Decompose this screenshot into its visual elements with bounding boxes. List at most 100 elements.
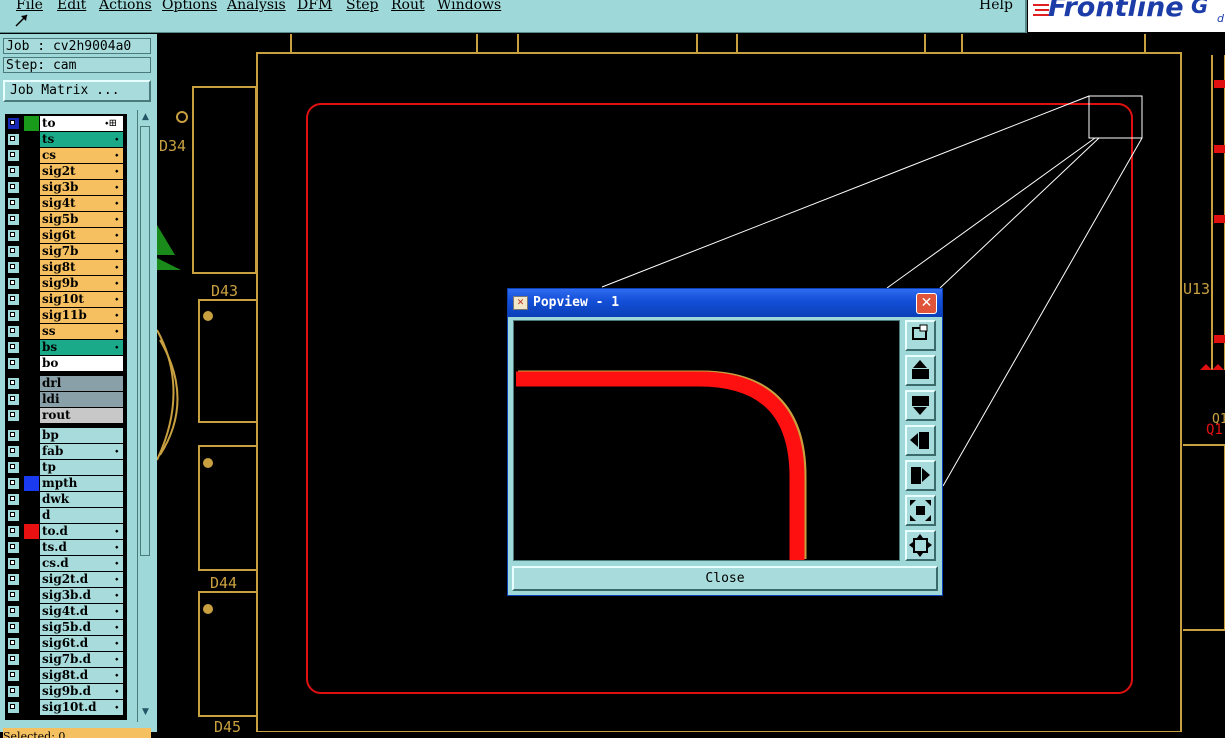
menu-edit[interactable]: Edit (57, 0, 86, 13)
layer-checkbox[interactable] (8, 510, 19, 521)
layer-name[interactable]: sig6t.d (40, 636, 123, 651)
layer-checkbox[interactable] (8, 378, 19, 389)
layer-row-sig3b[interactable]: sig3b ⬩ (5, 180, 127, 195)
layer-row-sig7b[interactable]: sig7b ⬩ (5, 244, 127, 259)
layer-name[interactable]: bs (40, 340, 123, 355)
layer-row-ts[interactable]: ts ⬩ (5, 132, 127, 147)
menu-options[interactable]: Options (162, 0, 217, 13)
layer-row-dwk[interactable]: dwk (5, 492, 127, 507)
layer-checkbox[interactable] (8, 214, 19, 225)
layer-name[interactable]: sig6t (40, 228, 123, 243)
layer-checkbox[interactable] (8, 494, 19, 505)
layer-name[interactable]: cs.d (40, 556, 123, 571)
layer-checkbox[interactable] (8, 638, 19, 649)
scroll-thumb[interactable] (140, 126, 150, 556)
layer-checkbox[interactable] (8, 246, 19, 257)
layer-checkbox[interactable] (8, 462, 19, 473)
layer-name[interactable]: ss (40, 324, 123, 339)
menu-windows[interactable]: Windows (437, 0, 501, 13)
layer-color-swatch[interactable] (24, 476, 39, 491)
menu-help[interactable]: Help (979, 0, 1013, 13)
layer-checkbox[interactable] (8, 410, 19, 421)
layer-checkbox[interactable] (8, 342, 19, 353)
layer-checkbox[interactable] (8, 654, 19, 665)
layer-checkbox[interactable] (8, 278, 19, 289)
layer-checkbox[interactable] (8, 294, 19, 305)
layer-name[interactable]: fab (40, 444, 123, 459)
layer-name[interactable]: sig5b.d (40, 620, 123, 635)
layer-row-sig8t-d[interactable]: sig8t.d ⬩ (5, 668, 127, 683)
layer-row-to-d[interactable]: to.d ⬩ (5, 524, 127, 539)
layer-row-drl[interactable]: drl (5, 376, 127, 391)
layer-row-sig6t-d[interactable]: sig6t.d ⬩ (5, 636, 127, 651)
menu-dfm[interactable]: DFM (297, 0, 332, 13)
layer-name[interactable]: sig7b.d (40, 652, 123, 667)
layer-name[interactable]: sig9b.d (40, 684, 123, 699)
layer-row-mpth[interactable]: mpth (5, 476, 127, 491)
layer-row-sig3b-d[interactable]: sig3b.d ⬩ (5, 588, 127, 603)
layer-row-cs[interactable]: cs ⬩ (5, 148, 127, 163)
layer-checkbox[interactable] (8, 686, 19, 697)
layer-row-sig7b-d[interactable]: sig7b.d ⬩ (5, 652, 127, 667)
layer-checkbox[interactable] (8, 590, 19, 601)
layer-row-fab[interactable]: fab ⬩ (5, 444, 127, 459)
layer-row-sig9b[interactable]: sig9b ⬩ (5, 276, 127, 291)
layer-row-sig6t[interactable]: sig6t ⬩ (5, 228, 127, 243)
layer-checkbox[interactable] (8, 310, 19, 321)
pan-up-icon[interactable] (905, 355, 936, 386)
layer-checkbox[interactable] (8, 166, 19, 177)
layer-row-bp[interactable]: bp (5, 428, 127, 443)
layer-name[interactable]: sig8t (40, 260, 123, 275)
layer-scrollbar[interactable]: ▲ ▼ (137, 110, 154, 722)
layer-name[interactable]: sig8t.d (40, 668, 123, 683)
scroll-up-icon[interactable]: ▲ (139, 111, 152, 124)
layer-name[interactable]: sig5b (40, 212, 123, 227)
popview-titlebar[interactable]: ✕ Popview - 1 ✕ (508, 289, 942, 317)
layer-name[interactable]: sig2t (40, 164, 123, 179)
layer-name[interactable]: bo (40, 356, 123, 371)
layer-name[interactable]: ts (40, 132, 123, 147)
layer-name[interactable]: to.d (40, 524, 123, 539)
layer-name[interactable]: dwk (40, 492, 123, 507)
layer-row-sig8t[interactable]: sig8t ⬩ (5, 260, 127, 275)
layer-row-to[interactable]: to ⬩⊞ (5, 116, 127, 131)
layer-name[interactable]: sig4t (40, 196, 123, 211)
close-icon[interactable]: ✕ (916, 293, 937, 314)
layer-checkbox[interactable] (8, 542, 19, 553)
popview-viewport[interactable] (513, 320, 900, 561)
layer-checkbox[interactable] (8, 394, 19, 405)
layer-name[interactable]: sig3b.d (40, 588, 123, 603)
layer-name[interactable]: ts.d (40, 540, 123, 555)
layer-checkbox[interactable] (8, 606, 19, 617)
layer-checkbox[interactable] (8, 118, 19, 129)
layer-row-sig4t-d[interactable]: sig4t.d ⬩ (5, 604, 127, 619)
pan-right-icon[interactable] (905, 460, 936, 491)
layer-name[interactable]: cs (40, 148, 123, 163)
layer-checkbox[interactable] (8, 478, 19, 489)
layer-row-ldi[interactable]: ldi (5, 392, 127, 407)
layer-row-sig4t[interactable]: sig4t ⬩ (5, 196, 127, 211)
layer-name[interactable]: sig10t.d (40, 700, 123, 715)
menu-rout[interactable]: Rout (391, 0, 425, 13)
zoom-in-icon[interactable] (905, 530, 936, 561)
job-matrix-button[interactable]: Job Matrix ... (3, 80, 151, 102)
layer-row-sig2t[interactable]: sig2t ⬩ (5, 164, 127, 179)
layer-row-sig5b[interactable]: sig5b ⬩ (5, 212, 127, 227)
layer-checkbox[interactable] (8, 702, 19, 713)
layer-checkbox[interactable] (8, 430, 19, 441)
layer-checkbox[interactable] (8, 574, 19, 585)
layer-row-sig2t-d[interactable]: sig2t.d ⬩ (5, 572, 127, 587)
layer-checkbox[interactable] (8, 150, 19, 161)
layer-row-sig9b-d[interactable]: sig9b.d ⬩ (5, 684, 127, 699)
layer-color-swatch[interactable] (24, 524, 39, 539)
layer-row-bo[interactable]: bo (5, 356, 127, 371)
layer-name[interactable]: sig7b (40, 244, 123, 259)
layer-name[interactable]: rout (40, 408, 123, 423)
layer-checkbox[interactable] (8, 446, 19, 457)
layer-row-cs-d[interactable]: cs.d ⬩ (5, 556, 127, 571)
layer-row-bs[interactable]: bs ⬩ (5, 340, 127, 355)
menu-step[interactable]: Step (346, 0, 378, 13)
layer-row-tp[interactable]: tp (5, 460, 127, 475)
layer-name[interactable]: drl (40, 376, 123, 391)
close-button[interactable]: Close (512, 566, 938, 591)
